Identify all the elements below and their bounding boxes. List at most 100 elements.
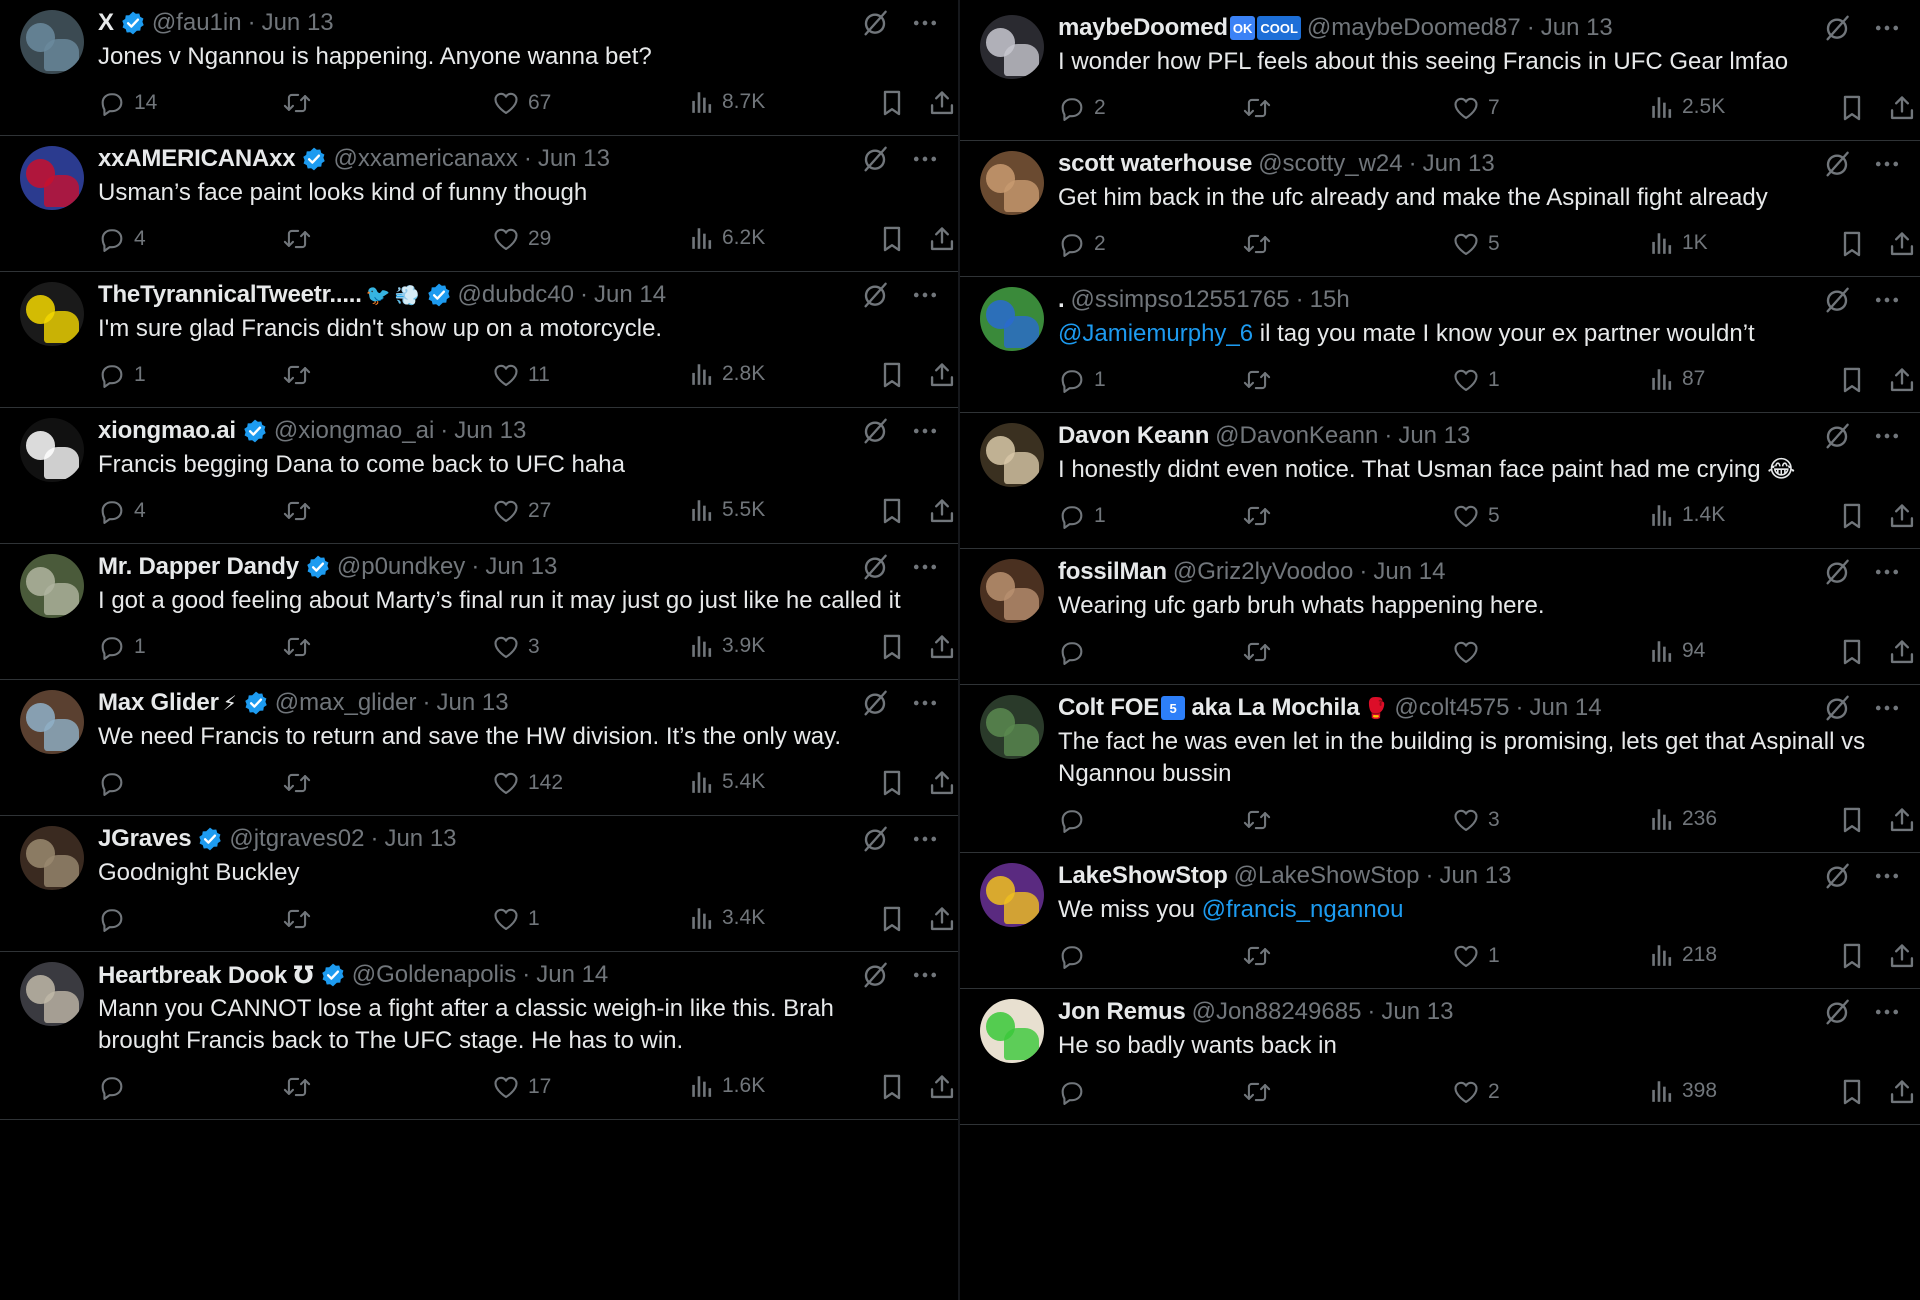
more-icon[interactable] <box>910 824 940 854</box>
timestamp[interactable]: Jun 13 <box>1541 14 1613 42</box>
avatar[interactable] <box>980 15 1044 79</box>
retweet-button[interactable] <box>1242 94 1280 122</box>
timestamp[interactable]: Jun 13 <box>1423 150 1495 178</box>
avatar[interactable] <box>980 863 1044 927</box>
avatar[interactable] <box>20 690 84 754</box>
grok-icon[interactable] <box>860 552 890 582</box>
more-icon[interactable] <box>1872 997 1902 1027</box>
share-button[interactable] <box>928 89 958 117</box>
bookmark-button[interactable] <box>1840 230 1872 258</box>
retweet-button[interactable] <box>282 225 320 253</box>
grok-icon[interactable] <box>1822 861 1852 891</box>
display-name[interactable]: Heartbreak Dook ℧ <box>98 961 314 990</box>
share-button[interactable] <box>928 905 958 933</box>
views-button[interactable]: 87 <box>1650 366 1705 392</box>
like-button[interactable]: 5 <box>1452 230 1500 258</box>
user-handle[interactable]: @p0undkey <box>337 553 465 581</box>
display-name[interactable]: xiongmao.ai <box>98 417 236 445</box>
reply-button[interactable]: 1 <box>1058 366 1106 394</box>
like-button[interactable] <box>1452 638 1488 666</box>
share-button[interactable] <box>1888 366 1920 394</box>
grok-icon[interactable] <box>1822 149 1852 179</box>
display-name[interactable]: xxAMERICANAxx <box>98 145 296 173</box>
views-button[interactable]: 5.4K <box>690 769 765 795</box>
share-button[interactable] <box>928 1073 958 1101</box>
reply-button[interactable]: 4 <box>98 497 146 525</box>
views-button[interactable]: 1K <box>1650 230 1708 256</box>
user-handle[interactable]: @Goldenapolis <box>352 961 516 989</box>
timestamp[interactable]: 15h <box>1310 286 1350 314</box>
timestamp[interactable]: Jun 14 <box>1373 558 1445 586</box>
reply-button[interactable] <box>98 1073 134 1101</box>
avatar[interactable] <box>20 554 84 618</box>
like-button[interactable]: 1 <box>1452 366 1500 394</box>
share-button[interactable] <box>1888 502 1920 530</box>
more-icon[interactable] <box>910 416 940 446</box>
user-handle[interactable]: @Jon88249685 <box>1192 998 1362 1026</box>
views-button[interactable]: 8.7K <box>690 89 765 115</box>
more-icon[interactable] <box>910 280 940 310</box>
views-button[interactable]: 1.6K <box>690 1073 765 1099</box>
share-button[interactable] <box>928 497 958 525</box>
timestamp[interactable]: Jun 13 <box>1398 422 1470 450</box>
retweet-button[interactable] <box>282 497 320 525</box>
display-name[interactable]: Max Glider <box>98 689 219 717</box>
views-button[interactable]: 398 <box>1650 1078 1717 1104</box>
avatar[interactable] <box>20 418 84 482</box>
views-button[interactable]: 2.5K <box>1650 94 1725 120</box>
timestamp[interactable]: Jun 13 <box>384 825 456 853</box>
views-button[interactable]: 3.4K <box>690 905 765 931</box>
timestamp[interactable]: Jun 13 <box>437 689 509 717</box>
views-button[interactable]: 1.4K <box>1650 502 1725 528</box>
timestamp[interactable]: Jun 14 <box>536 961 608 989</box>
bookmark-button[interactable] <box>1840 94 1872 122</box>
bookmark-button[interactable] <box>880 905 912 933</box>
grok-icon[interactable] <box>1822 421 1852 451</box>
more-icon[interactable] <box>1872 693 1902 723</box>
retweet-button[interactable] <box>282 361 320 389</box>
display-name[interactable]: TheTyrannicalTweetr..... <box>98 281 362 309</box>
bookmark-button[interactable] <box>1840 1078 1872 1106</box>
grok-icon[interactable] <box>860 416 890 446</box>
share-button[interactable] <box>1888 638 1920 666</box>
share-button[interactable] <box>1888 942 1920 970</box>
like-button[interactable]: 142 <box>492 769 563 797</box>
timestamp[interactable]: Jun 13 <box>454 417 526 445</box>
more-icon[interactable] <box>910 8 940 38</box>
more-icon[interactable] <box>910 552 940 582</box>
timestamp[interactable]: Jun 13 <box>262 9 334 37</box>
views-button[interactable]: 236 <box>1650 806 1717 832</box>
share-button[interactable] <box>928 769 958 797</box>
more-icon[interactable] <box>910 960 940 990</box>
bookmark-button[interactable] <box>880 225 912 253</box>
share-button[interactable] <box>1888 94 1920 122</box>
grok-icon[interactable] <box>1822 693 1852 723</box>
grok-icon[interactable] <box>860 144 890 174</box>
reply-button[interactable] <box>1058 638 1094 666</box>
like-button[interactable]: 17 <box>492 1073 551 1101</box>
timestamp[interactable]: Jun 14 <box>594 281 666 309</box>
reply-button[interactable]: 1 <box>98 633 146 661</box>
display-name[interactable]: Jon Remus <box>1058 998 1186 1026</box>
more-icon[interactable] <box>1872 861 1902 891</box>
display-name[interactable]: LakeShowStop <box>1058 862 1228 890</box>
display-name[interactable]: scott waterhouse <box>1058 150 1252 178</box>
timestamp[interactable]: Jun 13 <box>1439 862 1511 890</box>
mention-link[interactable]: @Jamiemurphy_6 <box>1058 320 1253 347</box>
user-handle[interactable]: @ssimpso12551765 <box>1070 286 1289 314</box>
avatar[interactable] <box>980 287 1044 351</box>
display-name[interactable]: fossilMan <box>1058 558 1167 586</box>
avatar[interactable] <box>980 423 1044 487</box>
like-button[interactable]: 67 <box>492 89 551 117</box>
grok-icon[interactable] <box>1822 285 1852 315</box>
reply-button[interactable] <box>98 769 134 797</box>
user-handle[interactable]: @jtgraves02 <box>229 825 364 853</box>
display-name[interactable]: Mr. Dapper Dandy <box>98 553 299 581</box>
more-icon[interactable] <box>1872 421 1902 451</box>
display-name[interactable]: Davon Keann <box>1058 422 1209 450</box>
avatar[interactable] <box>20 826 84 890</box>
timestamp[interactable]: Jun 13 <box>1381 998 1453 1026</box>
user-handle[interactable]: @maybeDoomed87 <box>1307 14 1521 42</box>
user-handle[interactable]: @fau1in <box>152 9 242 37</box>
bookmark-button[interactable] <box>880 497 912 525</box>
